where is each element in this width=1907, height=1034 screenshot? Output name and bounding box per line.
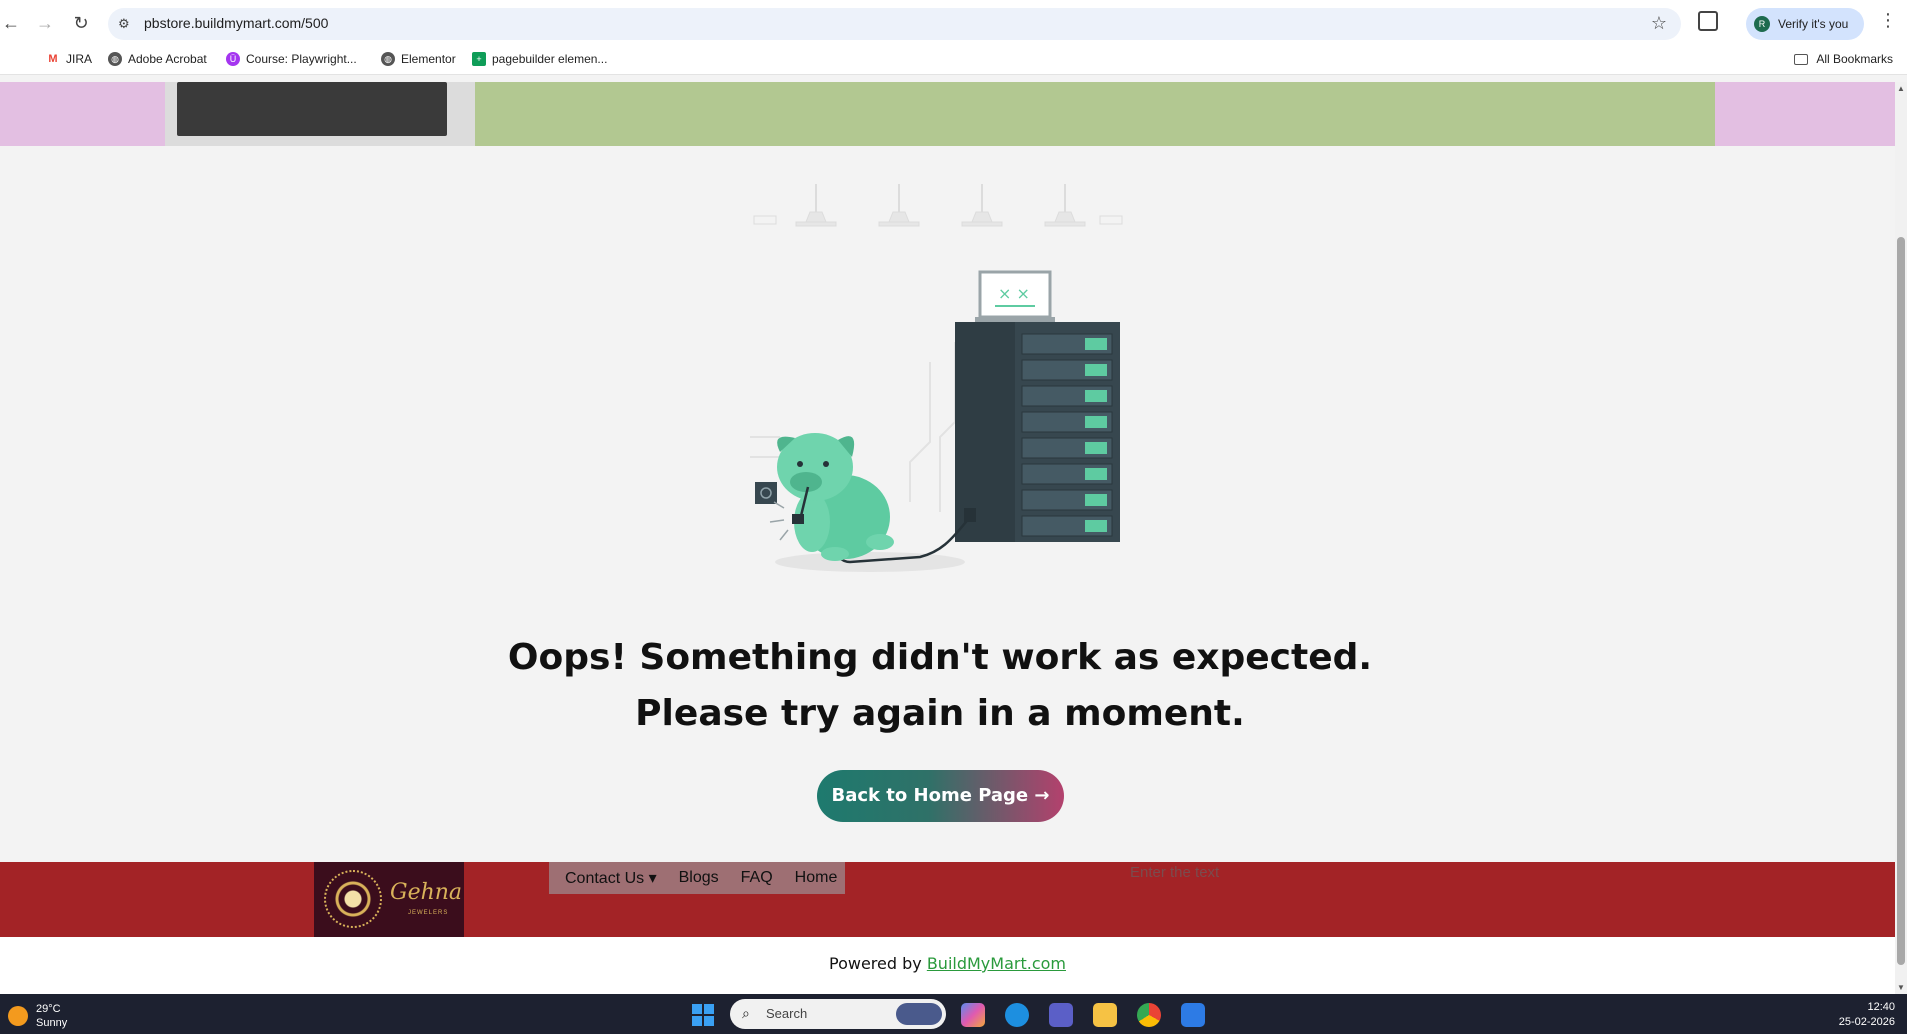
windows-taskbar: 29°C Sunny ⌕ Search 12:40 25-02-2026 — [0, 994, 1907, 1034]
globe-icon: ◍ — [381, 52, 395, 66]
server-error-illustration: × × — [750, 184, 1123, 572]
udemy-icon: Ü — [226, 52, 240, 66]
teams-icon[interactable] — [1049, 1003, 1073, 1027]
search-highlight-icon — [896, 1003, 942, 1025]
folder-icon — [1794, 53, 1809, 65]
banner-dark-image — [177, 82, 447, 136]
extensions-icon[interactable] — [1698, 11, 1718, 31]
footer-nav-faq[interactable]: FAQ — [741, 869, 773, 887]
file-explorer-icon[interactable] — [1093, 1003, 1117, 1027]
logo-brand: Gehna — [390, 880, 463, 905]
notepad-icon[interactable] — [1181, 1003, 1205, 1027]
footer-nav-home[interactable]: Home — [795, 869, 838, 887]
browser-toolbar: ← → ↻ ⚙ pbstore.buildmymart.com/500 ☆ R … — [0, 0, 1907, 47]
taskbar-search[interactable]: ⌕ Search — [730, 999, 946, 1029]
dog-icon — [769, 433, 894, 561]
header-banner-strip — [0, 82, 1895, 146]
scroll-up-icon[interactable]: ▲ — [1897, 84, 1905, 93]
bookmark-elementor[interactable]: ◍ Elementor — [381, 52, 456, 66]
copilot-icon[interactable] — [961, 1003, 985, 1027]
powered-by: Powered by BuildMyMart.com — [0, 937, 1895, 994]
lamps-icon — [753, 184, 1123, 227]
bookmark-label: Elementor — [401, 52, 456, 66]
page-viewport: × × Oops! Something didn't work as expec… — [0, 82, 1895, 994]
error-message: Oops! Something didn't work as expected.… — [0, 630, 1880, 742]
bookmark-label: pagebuilder elemen... — [492, 52, 608, 66]
globe-icon: ◍ — [108, 52, 122, 66]
gehna-logo[interactable]: Gehna JEWELERS — [314, 862, 464, 937]
profile-button[interactable]: R Verify it's you — [1746, 8, 1864, 40]
profile-label: Verify it's you — [1778, 17, 1849, 31]
weather-condition: Sunny — [36, 1017, 68, 1029]
page-scrollbar[interactable]: ▲ ▼ — [1895, 82, 1907, 994]
address-bar[interactable]: ⚙ pbstore.buildmymart.com/500 ☆ — [108, 8, 1681, 40]
bookmark-label: JIRA — [66, 52, 93, 66]
error-line-1: Oops! Something didn't work as expected. — [507, 637, 1373, 678]
search-icon: ⌕ — [742, 1005, 750, 1021]
bookmark-label: Course: Playwright... — [246, 52, 357, 66]
reload-icon[interactable]: ↻ — [70, 12, 92, 34]
avatar: R — [1754, 16, 1770, 32]
footer-nav: Contact Us ▾ Blogs FAQ Home — [549, 862, 846, 894]
footer-search-input[interactable] — [1130, 862, 1330, 882]
sheets-icon: + — [472, 52, 486, 66]
bookmark-label: Adobe Acrobat — [128, 52, 207, 66]
back-icon[interactable]: ← — [0, 12, 22, 34]
system-clock[interactable]: 12:40 25-02-2026 — [1839, 1000, 1895, 1030]
banner-green-block — [475, 82, 1715, 146]
site-info-icon[interactable]: ⚙ — [118, 16, 134, 32]
clock-time: 12:40 — [1867, 1001, 1895, 1013]
bookmark-course-playwright[interactable]: Ü Course: Playwright... — [226, 52, 357, 66]
weather-widget[interactable]: 29°C Sunny — [8, 1002, 67, 1030]
bookmark-pagebuilder[interactable]: + pagebuilder elemen... — [472, 52, 607, 66]
buildmymart-link[interactable]: BuildMyMart.com — [927, 954, 1066, 973]
powered-by-prefix: Powered by — [829, 954, 927, 973]
temperature: 29°C — [36, 1003, 61, 1015]
taskbar-search-placeholder: Search — [766, 1006, 808, 1021]
gmail-icon: M — [46, 52, 60, 66]
bookmarks-bar: M JIRA ◍ Adobe Acrobat Ü Course: Playwri… — [0, 47, 1907, 75]
windows-start-icon[interactable] — [692, 1004, 714, 1026]
site-footer: Gehna JEWELERS Contact Us ▾ Blogs FAQ Ho… — [0, 862, 1895, 937]
scroll-down-icon[interactable]: ▼ — [1897, 983, 1905, 992]
url-text[interactable]: pbstore.buildmymart.com/500 — [144, 15, 328, 31]
back-to-home-button[interactable]: Back to Home Page → — [817, 770, 1064, 822]
mandala-icon — [324, 870, 382, 928]
wall-socket-icon — [755, 482, 777, 504]
scroll-thumb[interactable] — [1897, 237, 1905, 965]
footer-nav-contact-us[interactable]: Contact Us ▾ — [565, 868, 657, 888]
menu-icon[interactable]: ⋮ — [1879, 10, 1897, 31]
all-bookmarks-label: All Bookmarks — [1816, 52, 1893, 66]
clock-date: 25-02-2026 — [1838, 1016, 1895, 1028]
footer-nav-blogs[interactable]: Blogs — [679, 869, 719, 887]
svg-text:× ×: × × — [998, 284, 1030, 303]
all-bookmarks[interactable]: All Bookmarks — [1794, 52, 1893, 66]
bookmark-jira[interactable]: M JIRA — [46, 52, 92, 66]
chrome-icon[interactable] — [1137, 1003, 1161, 1027]
bookmark-adobe-acrobat[interactable]: ◍ Adobe Acrobat — [108, 52, 207, 66]
bookmark-star-icon[interactable]: ☆ — [1651, 13, 1667, 34]
forward-icon[interactable]: → — [34, 12, 56, 34]
sun-icon — [8, 1006, 28, 1026]
error-line-2: Please try again in a moment. — [635, 693, 1245, 734]
logo-subtitle: JEWELERS — [408, 910, 449, 916]
edge-icon[interactable] — [1005, 1003, 1029, 1027]
server-rack-icon: × × — [955, 270, 1120, 542]
